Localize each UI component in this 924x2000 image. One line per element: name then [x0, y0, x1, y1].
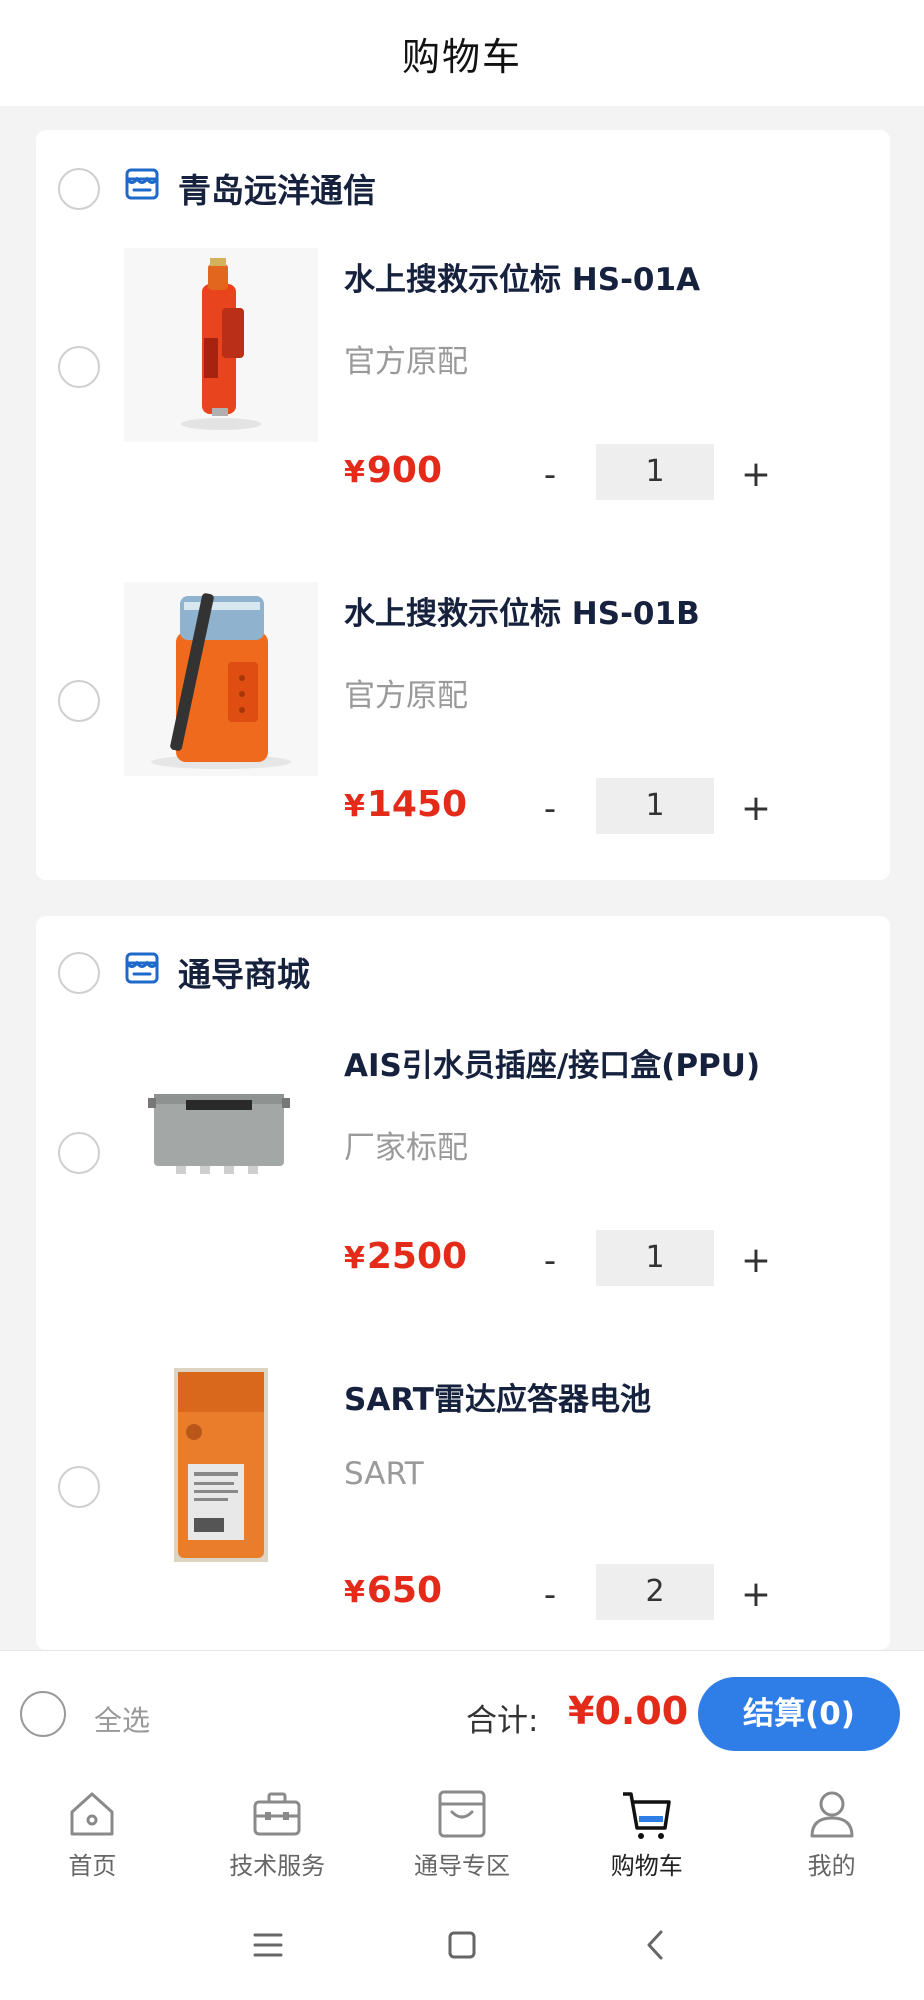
menu-icon[interactable] [251, 1928, 285, 1962]
tab-label: 首页 [68, 1852, 117, 1880]
quantity-input[interactable]: 1 [596, 778, 714, 834]
shop-select-radio[interactable] [58, 952, 100, 994]
item-spec: 官方原配 [344, 344, 468, 380]
beacon-image [151, 593, 291, 769]
shop-select-radio[interactable] [58, 168, 100, 210]
checkout-bar: 全选 合计: ¥0.00 结算(0) [0, 1650, 924, 1778]
battery-image [174, 1368, 268, 1562]
item-spec: SART [344, 1456, 424, 1492]
shop-name[interactable]: 青岛远洋通信 [178, 164, 376, 212]
item-name[interactable]: 水上搜救示位标 HS-01B [344, 588, 700, 633]
checkout-button[interactable]: 结算(0) [698, 1677, 900, 1751]
cart-item: 水上搜救示位标 HS-01B 官方原配 ¥1450 - 1 + [36, 582, 890, 912]
interface-box-image [148, 1094, 290, 1174]
price-value: 900 [366, 450, 443, 491]
back-icon[interactable] [639, 1928, 673, 1962]
currency-symbol: ¥ [344, 1241, 365, 1276]
increase-qty-button[interactable]: + [736, 784, 776, 834]
item-name[interactable]: AIS引水员插座/接口盒(PPU) [344, 1040, 760, 1085]
product-image[interactable] [124, 582, 318, 776]
store-icon [125, 168, 159, 200]
item-spec: 厂家标配 [344, 1130, 468, 1166]
quantity-input[interactable]: 1 [596, 1230, 714, 1286]
item-price: ¥2500 [344, 1236, 467, 1277]
product-image[interactable] [124, 248, 318, 442]
increase-qty-button[interactable]: + [736, 450, 776, 500]
currency-symbol: ¥ [344, 1575, 365, 1610]
item-price: ¥900 [344, 450, 442, 491]
item-price: ¥1450 [344, 784, 467, 825]
shop-box-icon [438, 1790, 486, 1838]
title-bar: 购物车 [0, 0, 924, 106]
item-select-radio[interactable] [58, 1132, 100, 1174]
tab-label: 我的 [807, 1852, 856, 1880]
page-title: 购物车 [401, 34, 522, 79]
currency-symbol: ¥ [344, 455, 365, 490]
price-value: 1450 [366, 784, 468, 825]
decrease-qty-button[interactable]: - [530, 450, 570, 500]
home-square-icon[interactable] [445, 1928, 479, 1962]
user-icon [810, 1791, 854, 1838]
tab-home[interactable]: 首页 [0, 1778, 185, 1890]
shop-card: 通导商城 AIS引水员插座/接口盒(PPU) 厂家标配 ¥2500 - 1 + [36, 916, 890, 1650]
total-label: 合计: [466, 1703, 539, 1739]
item-select-radio[interactable] [58, 1466, 100, 1508]
toolbox-icon [253, 1792, 301, 1836]
quantity-input[interactable]: 1 [596, 444, 714, 500]
total-value: ¥0.00 [568, 1689, 689, 1733]
tab-tech-service[interactable]: 技术服务 [185, 1778, 370, 1890]
tab-label: 购物车 [610, 1852, 683, 1880]
cart-item: 水上搜救示位标 HS-01A 官方原配 ¥900 - 1 + [36, 248, 890, 578]
quantity-input[interactable]: 2 [596, 1564, 714, 1620]
system-nav-bar [0, 1890, 924, 2000]
shop-header: 通导商城 [36, 916, 890, 1036]
currency-symbol: ¥ [344, 789, 365, 824]
product-image[interactable] [124, 1034, 318, 1228]
select-all-label[interactable]: 全选 [94, 1699, 150, 1739]
decrease-qty-button[interactable]: - [530, 1236, 570, 1286]
price-value: 2500 [366, 1236, 468, 1277]
item-select-radio[interactable] [58, 680, 100, 722]
select-all-radio[interactable] [20, 1691, 66, 1737]
cart-item: AIS引水员插座/接口盒(PPU) 厂家标配 ¥2500 - 1 + [36, 1034, 890, 1364]
home-icon [70, 1792, 114, 1836]
item-price: ¥650 [344, 1570, 442, 1611]
tab-mine[interactable]: 我的 [739, 1778, 924, 1890]
cart-icon [622, 1792, 671, 1839]
price-value: 650 [366, 1570, 443, 1611]
shop-name[interactable]: 通导商城 [178, 948, 310, 996]
cart-item: SART雷达应答器电池 SART ¥650 - 2 + [36, 1368, 890, 1698]
bottom-tab-bar: 首页 技术服务 通导专区 购物车 我的 [0, 1778, 924, 1890]
tab-cart[interactable]: 购物车 [554, 1778, 739, 1890]
item-select-radio[interactable] [58, 346, 100, 388]
tab-label: 通导专区 [413, 1852, 510, 1880]
shop-header: 青岛远洋通信 [36, 130, 890, 250]
increase-qty-button[interactable]: + [736, 1570, 776, 1620]
increase-qty-button[interactable]: + [736, 1236, 776, 1286]
product-image[interactable] [124, 1368, 318, 1562]
item-name[interactable]: SART雷达应答器电池 [344, 1374, 651, 1419]
item-spec: 官方原配 [344, 678, 468, 714]
item-name[interactable]: 水上搜救示位标 HS-01A [344, 254, 700, 299]
decrease-qty-button[interactable]: - [530, 784, 570, 834]
tab-navigation-zone[interactable]: 通导专区 [370, 1778, 555, 1890]
shop-card: 青岛远洋通信 水上搜救示位标 HS-01A 官方原配 ¥900 - 1 + 水上… [36, 130, 890, 880]
decrease-qty-button[interactable]: - [530, 1570, 570, 1620]
beacon-image [181, 258, 261, 430]
store-icon [125, 952, 159, 984]
tab-label: 技术服务 [229, 1852, 326, 1880]
